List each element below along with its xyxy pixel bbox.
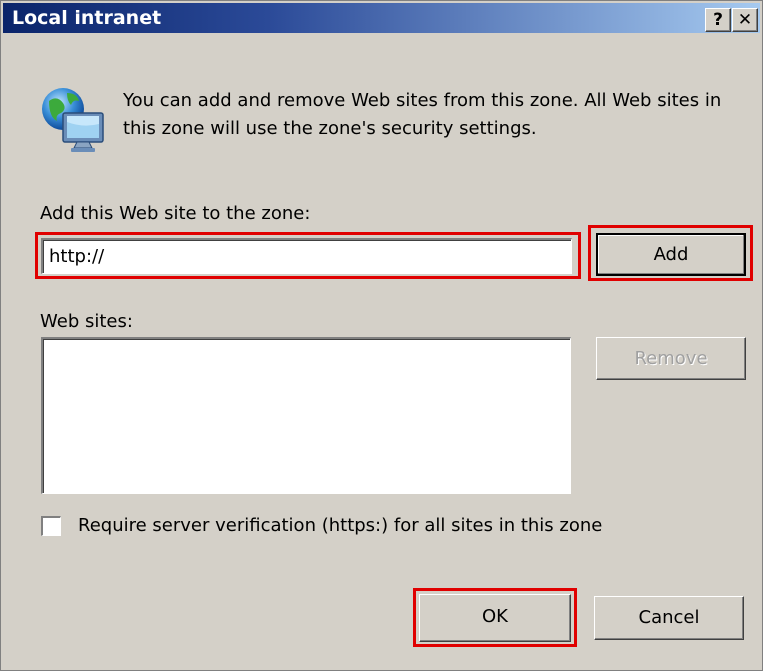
help-button[interactable]: ? <box>705 8 731 32</box>
globe-computer-icon <box>42 88 104 152</box>
require-verification-label[interactable]: Require server verification (https:) for… <box>78 515 602 536</box>
close-icon: ✕ <box>737 10 753 30</box>
info-message: You can add and remove Web sites from th… <box>123 90 722 139</box>
window-title: Local intranet <box>12 7 162 29</box>
web-sites-list[interactable] <box>41 337 571 494</box>
require-verification-checkbox[interactable] <box>41 516 61 536</box>
close-button[interactable]: ✕ <box>732 8 758 32</box>
web-sites-label: Web sites: <box>40 311 133 332</box>
remove-button: Remove <box>596 337 746 380</box>
title-bar[interactable]: Local intranet ? ✕ <box>3 3 760 33</box>
website-url-input[interactable] <box>41 238 572 274</box>
add-button[interactable]: Add <box>596 233 746 276</box>
question-mark-icon: ? <box>713 10 723 30</box>
ok-button[interactable]: OK <box>419 594 571 642</box>
cancel-button[interactable]: Cancel <box>594 596 744 640</box>
add-site-label: Add this Web site to the zone: <box>40 203 311 224</box>
local-intranet-dialog: Local intranet ? ✕ You can add and remov… <box>0 0 763 671</box>
